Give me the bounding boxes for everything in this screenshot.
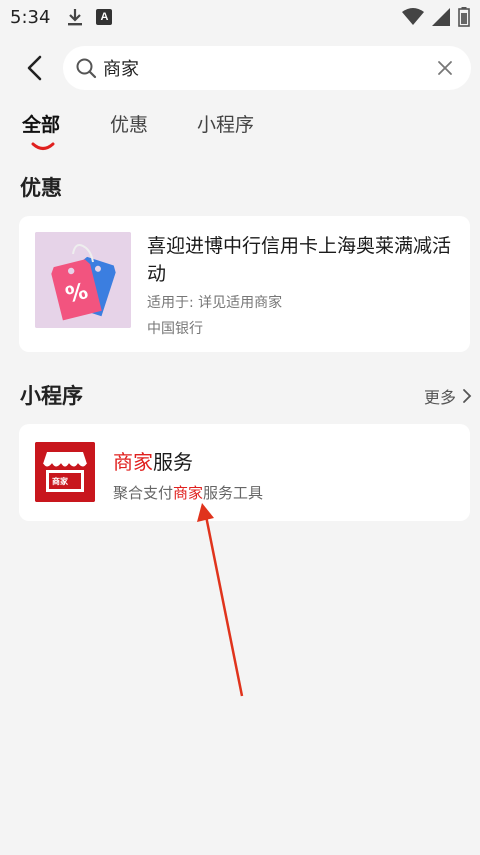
promo-thumbnail: % [35,232,131,328]
mini-program-name: 商家服务 [113,446,193,475]
name-rest: 服务 [153,450,193,474]
signal-icon [432,8,450,26]
search-icon [76,58,97,79]
more-link[interactable]: 更多 [424,384,472,408]
more-label: 更多 [423,388,456,407]
tab-all[interactable]: 全部 [22,110,60,137]
a-badge-icon: A [96,9,113,25]
clear-button[interactable] [425,48,465,88]
wifi-icon [402,8,424,25]
name-highlight: 商家 [113,450,153,474]
desc-prefix: 聚合支付 [113,484,174,502]
tab-mini-program[interactable]: 小程序 [197,110,254,137]
status-bar: 5:34 A [0,0,480,34]
tab-active-indicator [31,142,55,150]
promo-card[interactable]: % 喜迎进博中行信用卡上海奥莱满减活动 适用于: 详见适用商家 中国银行 [19,216,470,352]
back-button[interactable] [20,52,52,84]
mini-program-description: 聚合支付商家服务工具 [113,482,263,503]
promo-title: 喜迎进博中行信用卡上海奥莱满减活动 [147,235,452,285]
mini-program-card[interactable]: 商家 商家服务 聚合支付商家服务工具 [19,424,470,521]
desc-suffix: 服务工具 [203,484,264,502]
status-time: 5:34 [10,6,51,28]
chevron-right-icon [463,389,472,403]
promo-bank: 中国银行 [147,321,203,337]
store-icon: 商家 [35,442,95,502]
desc-highlight: 商家 [173,484,204,502]
close-icon [438,61,452,75]
search-input[interactable]: 商家 [63,46,471,90]
tab-bar: 全部 优惠 小程序 [0,110,480,150]
price-tag-icon: % [35,232,131,328]
shop-awning-icon [35,442,95,502]
promo-applies: 适用于: 详见适用商家 [147,295,283,311]
battery-icon [458,7,470,27]
section-title-mini-program: 小程序 [20,384,83,408]
tab-discount[interactable]: 优惠 [110,110,148,137]
download-icon [68,9,83,26]
search-row: 商家 [0,46,480,90]
section-title-discount: 优惠 [20,176,62,200]
search-query: 商家 [103,59,139,80]
store-icon-label: 商家 [52,477,68,486]
